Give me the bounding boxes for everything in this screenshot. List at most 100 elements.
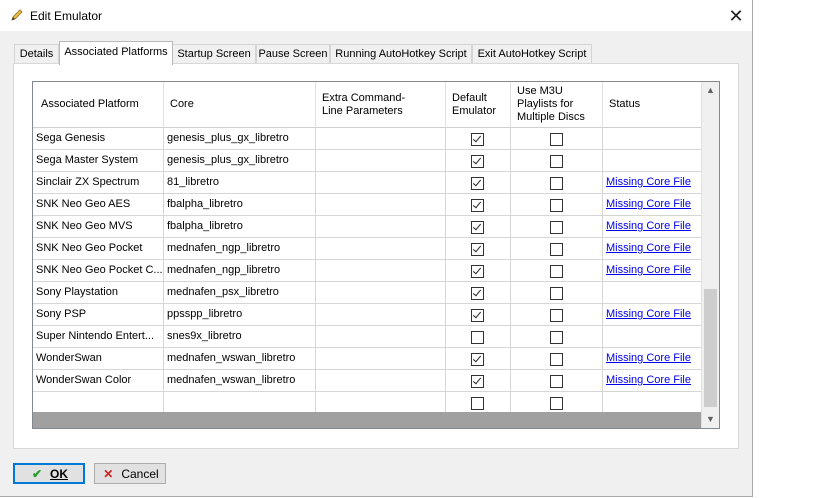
status-cell[interactable] bbox=[603, 128, 701, 150]
default-emulator-checkbox[interactable] bbox=[471, 155, 484, 168]
tab-exit-autohotkey-script[interactable]: Exit AutoHotkey Script bbox=[472, 44, 592, 64]
core-cell[interactable]: mednafen_ngp_libretro bbox=[164, 238, 316, 260]
m3u-cell[interactable] bbox=[511, 304, 603, 326]
m3u-cell[interactable] bbox=[511, 282, 603, 304]
column-header-status[interactable]: Status bbox=[603, 82, 701, 128]
default-emulator-checkbox[interactable] bbox=[471, 287, 484, 300]
missing-core-file-link[interactable]: Missing Core File bbox=[606, 352, 691, 364]
table-row[interactable]: Sony Playstation mednafen_psx_libretro bbox=[33, 282, 701, 304]
m3u-checkbox[interactable] bbox=[549, 375, 563, 388]
params-cell[interactable] bbox=[316, 304, 446, 326]
m3u-cell[interactable] bbox=[511, 326, 603, 348]
table-row[interactable] bbox=[33, 392, 701, 414]
platform-cell[interactable]: SNK Neo Geo MVS bbox=[33, 216, 164, 238]
platform-cell[interactable] bbox=[33, 392, 164, 414]
m3u-checkbox[interactable] bbox=[549, 353, 563, 366]
core-cell[interactable]: fbalpha_libretro bbox=[164, 216, 316, 238]
default-emulator-checkbox[interactable] bbox=[471, 375, 484, 388]
status-cell[interactable]: Missing Core File bbox=[603, 238, 701, 260]
missing-core-file-link[interactable]: Missing Core File bbox=[606, 198, 691, 210]
column-header-m3u[interactable]: Use M3U Playlists for Multiple Discs bbox=[511, 82, 603, 128]
vertical-scrollbar[interactable]: ▲ ▼ bbox=[701, 82, 719, 428]
missing-core-file-link[interactable]: Missing Core File bbox=[606, 220, 691, 232]
table-row[interactable]: WonderSwan mednafen_wswan_libretro Missing… bbox=[33, 348, 701, 370]
status-cell[interactable]: Missing Core File bbox=[603, 172, 701, 194]
core-cell[interactable]: mednafen_psx_libretro bbox=[164, 282, 316, 304]
default-emulator-cell[interactable] bbox=[446, 216, 511, 238]
platform-cell[interactable]: WonderSwan Color bbox=[33, 370, 164, 392]
core-cell[interactable]: genesis_plus_gx_libretro bbox=[164, 150, 316, 172]
platform-cell[interactable]: Super Nintendo Entert... bbox=[33, 326, 164, 348]
default-emulator-cell[interactable] bbox=[446, 304, 511, 326]
default-emulator-cell[interactable] bbox=[446, 172, 511, 194]
m3u-cell[interactable] bbox=[511, 194, 603, 216]
default-emulator-cell[interactable] bbox=[446, 194, 511, 216]
params-cell[interactable] bbox=[316, 348, 446, 370]
table-row[interactable]: Sega Genesis genesis_plus_gx_libretro bbox=[33, 128, 701, 150]
default-emulator-cell[interactable] bbox=[446, 238, 511, 260]
m3u-checkbox[interactable] bbox=[549, 309, 563, 322]
m3u-cell[interactable] bbox=[511, 260, 603, 282]
params-cell[interactable] bbox=[316, 150, 446, 172]
core-cell[interactable]: mednafen_wswan_libretro bbox=[164, 348, 316, 370]
table-row[interactable]: Sinclair ZX Spectrum 81_libretro Missing C… bbox=[33, 172, 701, 194]
default-emulator-cell[interactable] bbox=[446, 150, 511, 172]
column-header-params[interactable]: Extra Command-Line Parameters bbox=[316, 82, 446, 128]
default-emulator-checkbox[interactable] bbox=[471, 221, 484, 234]
default-emulator-checkbox[interactable] bbox=[471, 243, 484, 256]
cancel-button[interactable]: ✕ Cancel bbox=[94, 463, 166, 484]
scroll-down-icon[interactable]: ▼ bbox=[702, 411, 719, 428]
platform-cell[interactable]: SNK Neo Geo AES bbox=[33, 194, 164, 216]
scrollbar-thumb[interactable] bbox=[704, 289, 717, 407]
missing-core-file-link[interactable]: Missing Core File bbox=[606, 242, 691, 254]
default-emulator-checkbox[interactable] bbox=[471, 177, 484, 190]
m3u-checkbox[interactable] bbox=[549, 177, 563, 190]
platform-cell[interactable]: Sinclair ZX Spectrum bbox=[33, 172, 164, 194]
core-cell[interactable]: fbalpha_libretro bbox=[164, 194, 316, 216]
status-cell[interactable] bbox=[603, 150, 701, 172]
ok-button[interactable]: ✔ OK bbox=[13, 463, 85, 484]
missing-core-file-link[interactable]: Missing Core File bbox=[606, 374, 691, 386]
m3u-cell[interactable] bbox=[511, 370, 603, 392]
tab-pause-screen[interactable]: Pause Screen bbox=[256, 44, 330, 64]
params-cell[interactable] bbox=[316, 172, 446, 194]
params-cell[interactable] bbox=[316, 260, 446, 282]
params-cell[interactable] bbox=[316, 238, 446, 260]
column-header-default[interactable]: Default Emulator bbox=[446, 82, 511, 128]
close-button[interactable]: ✕ bbox=[722, 5, 750, 27]
table-row[interactable]: SNK Neo Geo AES fbalpha_libretro Missing C… bbox=[33, 194, 701, 216]
status-cell[interactable]: Missing Core File bbox=[603, 304, 701, 326]
platform-cell[interactable]: SNK Neo Geo Pocket C... bbox=[33, 260, 164, 282]
params-cell[interactable] bbox=[316, 282, 446, 304]
core-cell[interactable]: mednafen_ngp_libretro bbox=[164, 260, 316, 282]
tab-running-autohotkey-script[interactable]: Running AutoHotkey Script bbox=[330, 44, 472, 64]
tab-associated-platforms[interactable]: Associated Platforms bbox=[59, 41, 173, 65]
core-cell[interactable]: 81_libretro bbox=[164, 172, 316, 194]
default-emulator-checkbox[interactable] bbox=[471, 397, 484, 410]
m3u-checkbox[interactable] bbox=[549, 397, 563, 410]
table-row[interactable]: SNK Neo Geo Pocket mednafen_ngp_libretro M… bbox=[33, 238, 701, 260]
m3u-cell[interactable] bbox=[511, 238, 603, 260]
params-cell[interactable] bbox=[316, 370, 446, 392]
params-cell[interactable] bbox=[316, 392, 446, 414]
m3u-checkbox[interactable] bbox=[549, 287, 563, 300]
missing-core-file-link[interactable]: Missing Core File bbox=[606, 264, 691, 276]
missing-core-file-link[interactable]: Missing Core File bbox=[606, 176, 691, 188]
m3u-cell[interactable] bbox=[511, 216, 603, 238]
default-emulator-checkbox[interactable] bbox=[471, 353, 484, 366]
default-emulator-cell[interactable] bbox=[446, 326, 511, 348]
default-emulator-checkbox[interactable] bbox=[471, 265, 484, 278]
m3u-cell[interactable] bbox=[511, 392, 603, 414]
status-cell[interactable]: Missing Core File bbox=[603, 194, 701, 216]
params-cell[interactable] bbox=[316, 326, 446, 348]
default-emulator-checkbox[interactable] bbox=[471, 309, 484, 322]
status-cell[interactable]: Missing Core File bbox=[603, 216, 701, 238]
m3u-checkbox[interactable] bbox=[549, 243, 563, 256]
m3u-checkbox[interactable] bbox=[549, 199, 563, 212]
table-row[interactable]: SNK Neo Geo Pocket C... mednafen_ngp_libr… bbox=[33, 260, 701, 282]
default-emulator-checkbox[interactable] bbox=[471, 133, 484, 146]
column-header-platform[interactable]: Associated Platform bbox=[33, 82, 164, 128]
platform-cell[interactable]: SNK Neo Geo Pocket bbox=[33, 238, 164, 260]
platform-cell[interactable]: Sony Playstation bbox=[33, 282, 164, 304]
core-cell[interactable]: ppsspp_libretro bbox=[164, 304, 316, 326]
